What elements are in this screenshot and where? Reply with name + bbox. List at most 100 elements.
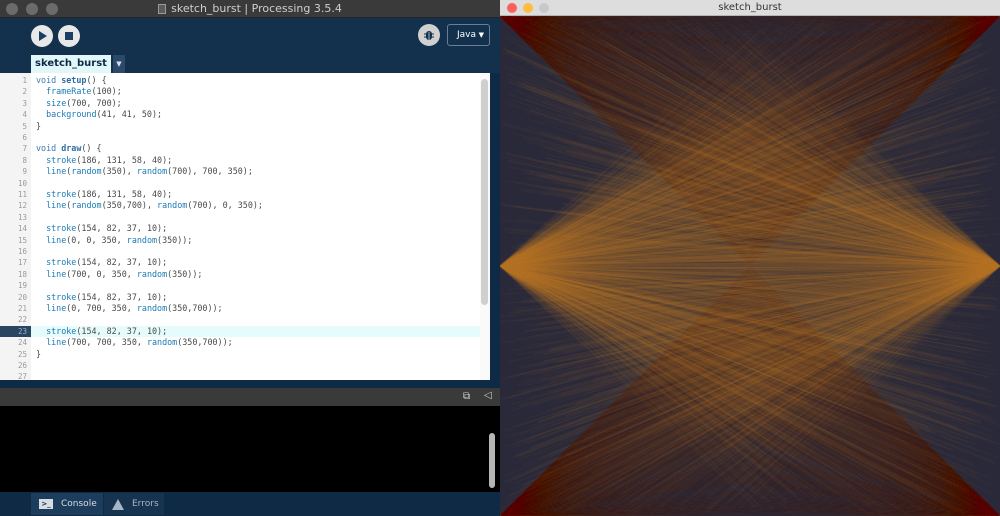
code-token: (154, 82, 37, 10); <box>76 325 168 336</box>
close-button[interactable] <box>6 3 18 15</box>
collapse-icon[interactable]: ◁ <box>484 390 492 401</box>
line-number: 6 <box>22 133 27 142</box>
code-line[interactable]: 19 <box>0 280 480 291</box>
code-line[interactable]: 20 stroke(154, 82, 37, 10); <box>0 292 480 303</box>
sketch-window: sketch_burst <box>500 0 1000 516</box>
line-number: 7 <box>22 144 27 154</box>
mode-label: Java <box>457 30 477 40</box>
sketch-titlebar: sketch_burst <box>500 0 1000 16</box>
code-line[interactable]: 9 line(random(350), random(700), 700, 35… <box>0 166 480 177</box>
code-line[interactable]: 22 <box>0 314 480 325</box>
code-text: stroke(154, 82, 37, 10); <box>36 292 167 303</box>
code-line[interactable]: 6 <box>0 132 480 143</box>
code-token: setup <box>61 75 87 85</box>
editor-scrollbar-thumb[interactable] <box>481 79 488 305</box>
debugger-button[interactable] <box>418 24 440 46</box>
code-line[interactable]: 24 line(700, 700, 350, random(350,700)); <box>0 337 480 348</box>
code-token: (350)); <box>157 234 193 245</box>
code-line[interactable]: 12 line(random(350,700), random(700), 0,… <box>0 200 480 211</box>
sketch-zoom-button[interactable] <box>539 3 549 13</box>
code-text: stroke(186, 131, 58, 40); <box>36 155 172 166</box>
code-line[interactable]: 10 <box>0 178 480 189</box>
code-line[interactable]: 25} <box>0 349 480 360</box>
line-number: 17 <box>17 258 27 268</box>
code-line[interactable]: 11 stroke(186, 131, 58, 40); <box>0 189 480 200</box>
ide-title: sketch_burst | Processing 3.5.4 <box>158 0 342 18</box>
code-line[interactable]: 3 size(700, 700); <box>0 98 480 109</box>
code-token: (0, 700, 350, <box>66 303 137 313</box>
code-text: background(41, 41, 50); <box>36 109 162 120</box>
code-token: (100); <box>91 86 122 97</box>
line-number: 14 <box>17 224 27 234</box>
sketch-window-controls <box>507 3 549 13</box>
code-token: (186, 131, 58, 40); <box>76 189 173 199</box>
line-number: 16 <box>17 247 27 256</box>
minimize-button[interactable] <box>26 3 38 15</box>
run-button[interactable] <box>31 25 53 47</box>
code-line[interactable]: 18 line(700, 0, 350, random(350)); <box>0 269 480 280</box>
code-line[interactable]: 4 background(41, 41, 50); <box>0 109 480 120</box>
mode-selector[interactable]: Java ▼ <box>447 24 490 46</box>
code-line[interactable]: 26 <box>0 360 480 371</box>
stop-icon <box>65 32 73 40</box>
code-token: background <box>46 109 97 120</box>
code-line[interactable]: 13 <box>0 212 480 223</box>
code-text: stroke(154, 82, 37, 10); <box>36 223 167 234</box>
code-line[interactable]: 8 stroke(186, 131, 58, 40); <box>0 155 480 166</box>
code-line[interactable]: 14 stroke(154, 82, 37, 10); <box>0 223 480 234</box>
code-token: () { <box>81 143 102 154</box>
code-token: draw <box>61 143 82 154</box>
sketch-minimize-button[interactable] <box>523 3 533 13</box>
zoom-button[interactable] <box>46 3 58 15</box>
stop-button[interactable] <box>58 25 80 47</box>
code-line[interactable]: 23 stroke(154, 82, 37, 10); <box>0 325 480 338</box>
ide-title-text: sketch_burst | Processing 3.5.4 <box>171 2 342 15</box>
console-scrollbar-thumb[interactable] <box>489 433 495 488</box>
tab-errors[interactable]: Errors <box>104 493 164 515</box>
code-token: stroke <box>46 189 77 199</box>
code-text: stroke(154, 82, 37, 10); <box>36 326 167 337</box>
tab-console[interactable]: >_ Console <box>31 493 103 515</box>
code-token: (350,700)); <box>177 337 233 348</box>
code-line[interactable]: 7 void draw() { <box>0 143 480 154</box>
code-token: frameRate <box>46 86 92 97</box>
code-line[interactable]: 27 <box>0 371 480 380</box>
console-tab-label: Console <box>61 499 97 509</box>
code-token: random <box>136 268 168 279</box>
tab-menu-button[interactable]: ▼ <box>113 55 125 73</box>
tab-sketch-burst[interactable]: sketch_burst <box>31 55 111 73</box>
code-line[interactable]: 16 <box>0 246 480 257</box>
code-token: } <box>36 120 42 131</box>
code-text: } <box>36 349 41 360</box>
code-editor[interactable]: 1 void setup() {2 frameRate(100); 3 size(7… <box>0 73 490 380</box>
line-number: 21 <box>17 304 27 313</box>
code-token: (700), 700, 350); <box>167 166 253 177</box>
code-line[interactable]: 2 frameRate(100); <box>0 86 480 97</box>
code-token: random <box>157 200 188 211</box>
code-token: (350,700), <box>101 200 158 211</box>
code-text: line(0, 700, 350, random(350,700)); <box>36 303 223 314</box>
line-number: 12 <box>17 201 27 211</box>
sketch-close-button[interactable] <box>507 3 517 13</box>
processing-ide-window: sketch_burst | Processing 3.5.4 Java ▼ s… <box>0 0 500 516</box>
code-line[interactable]: 5} <box>0 121 480 132</box>
line-number: 26 <box>17 361 27 370</box>
code-text: size(700, 700); <box>36 98 122 109</box>
errors-tab-label: Errors <box>132 499 159 509</box>
code-line[interactable]: 1 void setup() { <box>0 75 480 86</box>
copy-icon[interactable]: ⧉ <box>463 391 470 402</box>
console-output[interactable] <box>0 406 500 492</box>
code-line[interactable]: 21 line(0, 700, 350, random(350,700)); <box>0 303 480 314</box>
code-token: line <box>46 200 67 211</box>
code-line[interactable]: 17 stroke(154, 82, 37, 10); <box>0 257 480 268</box>
code-token: (700, 0, 350, <box>66 268 137 279</box>
line-number: 20 <box>17 292 27 302</box>
bottom-tab-bar: >_ Console Errors <box>0 492 500 516</box>
line-number: 1 <box>22 76 27 85</box>
code-line[interactable]: 15 line(0, 0, 350, random(350)); <box>0 235 480 246</box>
